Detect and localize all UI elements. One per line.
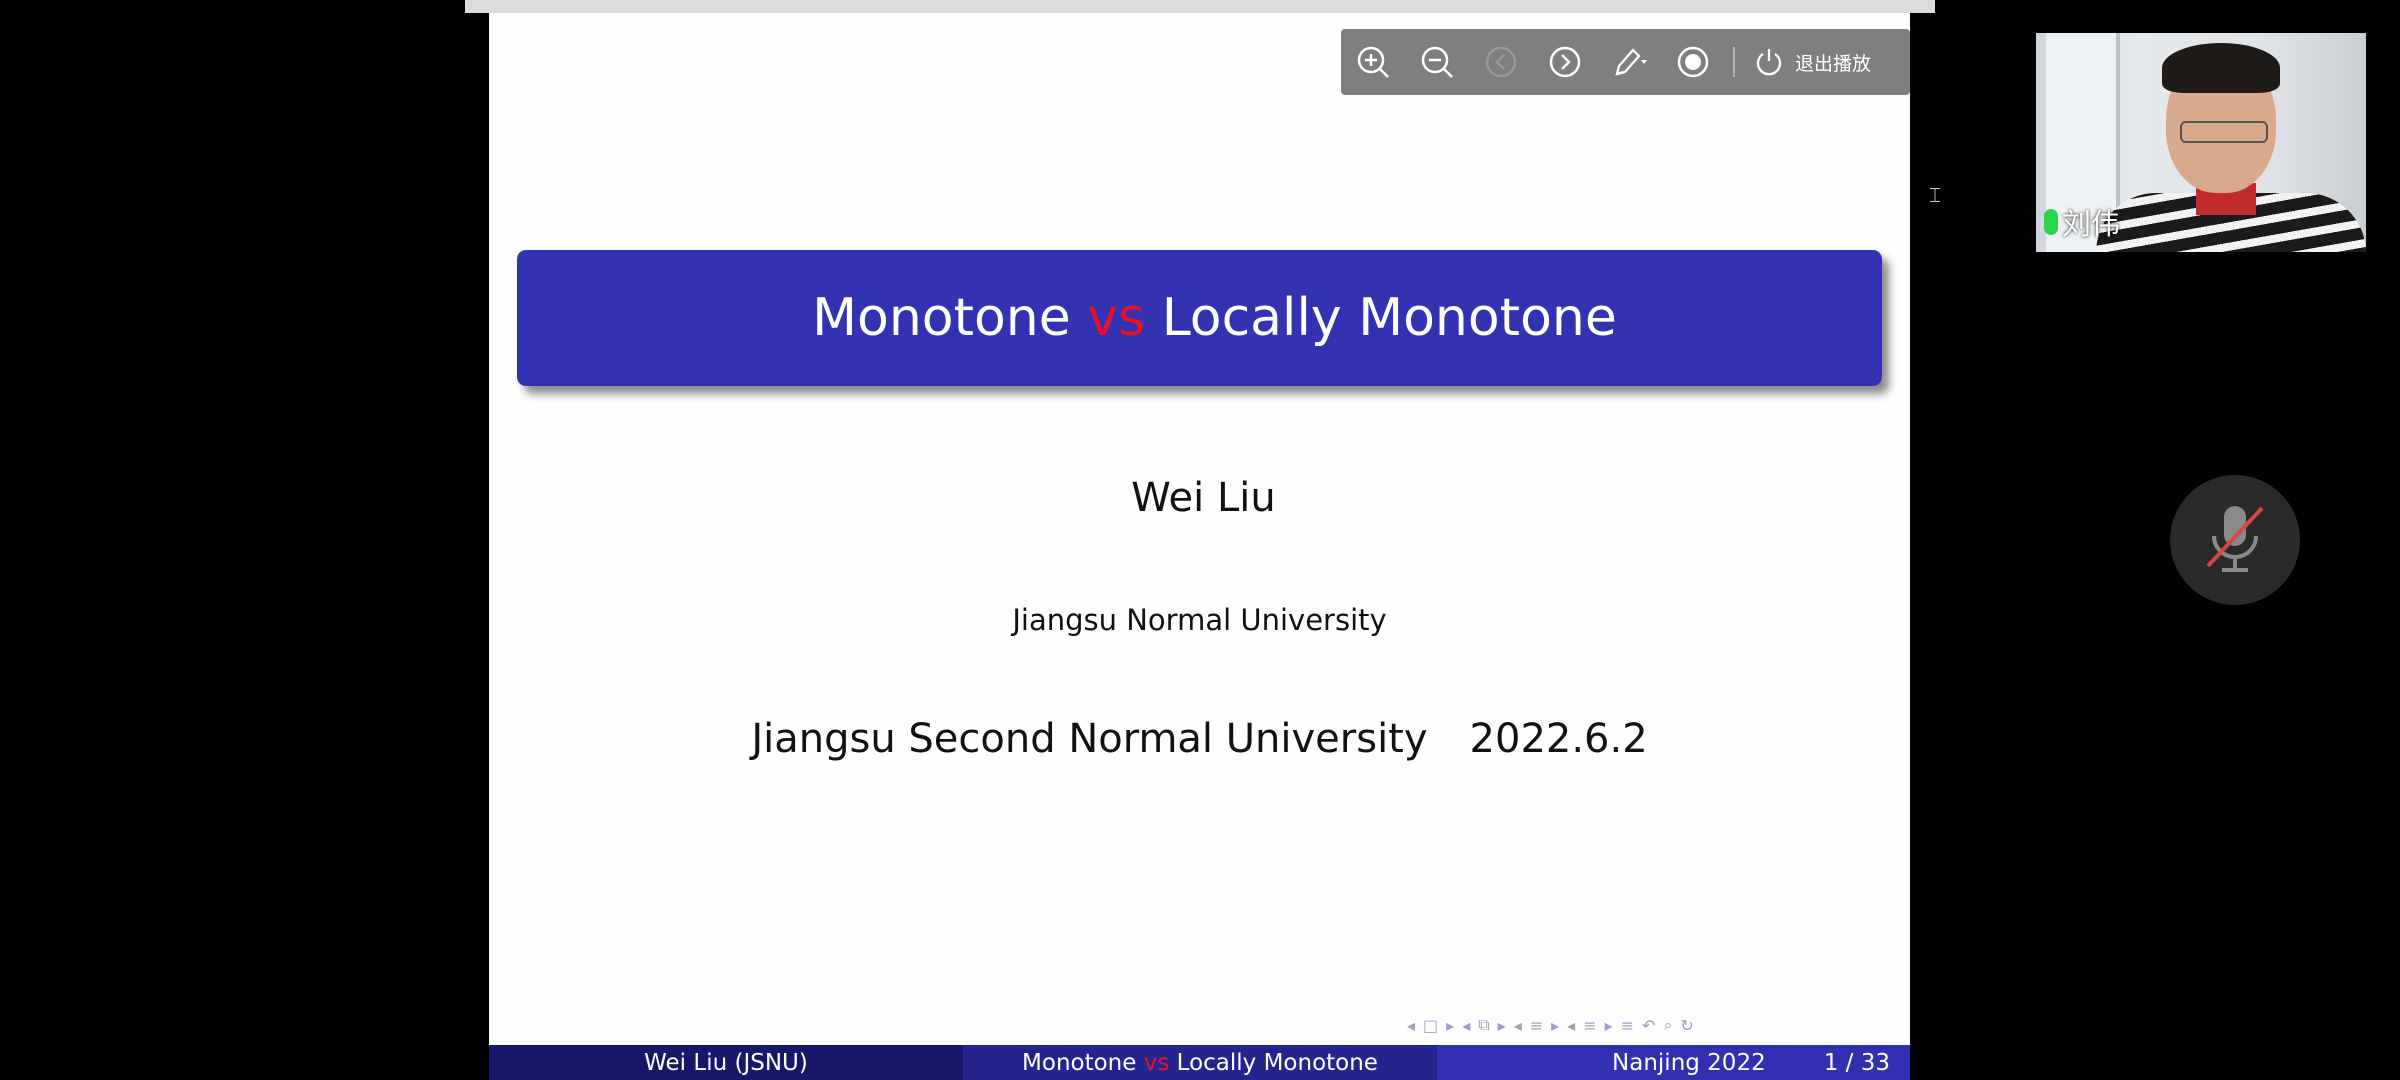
footline-author: Wei Liu (JSNU)	[489, 1045, 963, 1080]
nav-subsection-prev-icon[interactable]: ◂	[1511, 1016, 1525, 1035]
nav-frame-icon[interactable]: □	[1420, 1016, 1441, 1035]
nav-search-icon[interactable]: ⌕	[1660, 1015, 1675, 1035]
mic-active-icon	[2044, 209, 2058, 235]
exit-label: 退出播放	[1795, 52, 1872, 75]
video-person-hair	[2162, 43, 2280, 93]
footline-title-part2: Locally Monotone	[1176, 1049, 1378, 1076]
chevron-right-icon	[1549, 46, 1581, 78]
title-part2: Locally Monotone	[1161, 288, 1617, 348]
chevron-left-icon	[1485, 46, 1517, 78]
record-icon	[1677, 46, 1709, 78]
footline-location: Nanjing 2022	[1612, 1049, 1766, 1076]
participant-name-label: 刘伟	[2044, 201, 2120, 243]
nav-frame-next-icon[interactable]: ▸	[1443, 1016, 1457, 1035]
record-button[interactable]	[1661, 29, 1725, 95]
presentation-toolbar: 退出播放	[1341, 29, 1910, 95]
nav-subsection-icon[interactable]: ≡	[1527, 1016, 1546, 1035]
zoom-out-button[interactable]	[1405, 29, 1469, 95]
exit-presentation-button[interactable]: 退出播放	[1745, 46, 1871, 78]
screen: 退出播放 Monotone vs Locally Monotone Wei Li…	[0, 0, 2400, 1080]
nav-document-icon[interactable]: ≡	[1618, 1016, 1637, 1035]
beamer-navigation-symbols: ◂ □ ▸ ◂ ⧉ ▸ ◂ ≡ ▸ ◂ ≡ ▸ ≡ ↶ ⌕ ↻	[1404, 1014, 1909, 1036]
nav-forward-icon[interactable]: ↻	[1677, 1016, 1696, 1035]
next-slide-button[interactable]	[1533, 29, 1597, 95]
footline-title: Monotone vs Locally Monotone	[963, 1045, 1437, 1080]
slide-venue-date: Jiangsu Second Normal University 2022.6.2	[489, 716, 1910, 762]
mic-muted-icon	[2206, 506, 2264, 572]
nav-section-icon[interactable]: ≡	[1580, 1016, 1599, 1035]
nav-frame-prev-icon[interactable]: ◂	[1404, 1016, 1418, 1035]
footline-page-number: 1 / 33	[1823, 1049, 1890, 1076]
zoom-in-icon	[1357, 46, 1389, 78]
presentation-slide: 退出播放 Monotone vs Locally Monotone Wei Li…	[489, 13, 1910, 1080]
previous-slide-button[interactable]	[1469, 29, 1533, 95]
slide-venue: Jiangsu Second Normal University	[751, 716, 1428, 762]
video-person-glasses	[2180, 121, 2268, 143]
participant-name: 刘伟	[2062, 207, 2121, 241]
footline-info: Nanjing 2022 1 / 33	[1437, 1045, 1910, 1080]
slide-title-block: Monotone vs Locally Monotone	[517, 250, 1882, 386]
zoom-in-button[interactable]	[1341, 29, 1405, 95]
nav-subsection-next-icon[interactable]: ▸	[1548, 1016, 1562, 1035]
pen-icon	[1615, 48, 1647, 76]
slide-footline: Wei Liu (JSNU) Monotone vs Locally Monot…	[489, 1045, 1910, 1080]
nav-slide-icon[interactable]: ⧉	[1475, 1015, 1492, 1035]
participant-video-tile[interactable]: 刘伟	[2036, 33, 2366, 252]
toolbar-separator	[1733, 47, 1735, 77]
slide-author: Wei Liu	[1131, 475, 1276, 521]
zoom-out-icon	[1421, 46, 1453, 78]
slide-title: Monotone vs Locally Monotone	[782, 288, 1617, 348]
nav-slide-next-icon[interactable]: ▸	[1495, 1016, 1509, 1035]
mute-microphone-button[interactable]	[2170, 475, 2300, 605]
title-part1: Monotone	[812, 288, 1071, 348]
power-icon	[1756, 49, 1782, 76]
title-vs: vs	[1087, 288, 1146, 348]
nav-slide-prev-icon[interactable]: ◂	[1459, 1016, 1473, 1035]
footline-title-part1: Monotone	[1022, 1049, 1137, 1076]
pen-tool-button[interactable]	[1597, 29, 1661, 95]
text-cursor-icon: ⌶	[1929, 183, 1941, 207]
footline-title-vs: vs	[1143, 1049, 1170, 1076]
slide-institution: Jiangsu Normal University	[1012, 603, 1387, 637]
nav-section-prev-icon[interactable]: ◂	[1564, 1016, 1578, 1035]
slide-date: 2022.6.2	[1469, 716, 1648, 762]
nav-back-icon[interactable]: ↶	[1639, 1016, 1658, 1035]
top-strip	[465, 0, 1935, 13]
nav-section-next-icon[interactable]: ▸	[1602, 1016, 1616, 1035]
